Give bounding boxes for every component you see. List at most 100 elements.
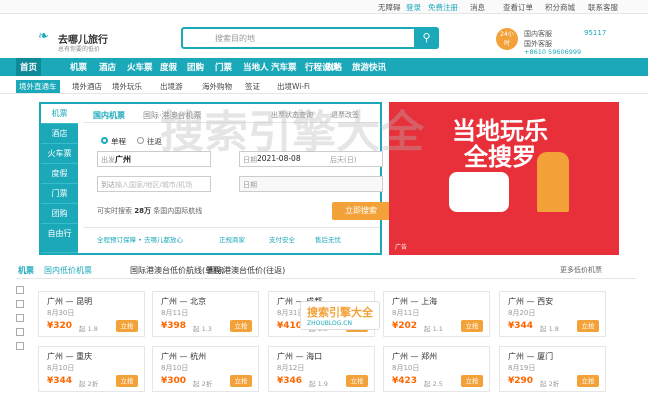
search-button[interactable]: ⚲	[414, 27, 439, 49]
deal-date: 8月11日	[392, 309, 420, 317]
deal-card[interactable]: 广州 — 北京 8月11日 ¥398 起 1.3 立抢	[152, 291, 259, 337]
watermark-text: 搜索引擎大全	[160, 107, 424, 158]
deal-price: ¥300	[161, 376, 187, 386]
messages-link[interactable]: 消息	[470, 2, 485, 13]
plane-icon[interactable]	[16, 286, 24, 294]
nav-bus[interactable]: 汽车票	[271, 61, 297, 73]
sidetab-group-buy[interactable]: 团购	[41, 204, 78, 224]
tab-domestic-flights[interactable]: 国内机票	[93, 110, 125, 121]
search-placeholder: 搜索目的地	[215, 34, 255, 43]
nav-vacation[interactable]: 度假	[160, 61, 177, 73]
search-input[interactable]: 搜索目的地	[181, 27, 439, 49]
ticket-icon[interactable]	[16, 328, 24, 336]
nav-locals[interactable]: 当地人	[243, 61, 269, 73]
deal-route: 广州 — 郑州	[392, 352, 438, 361]
group-icon[interactable]	[16, 342, 24, 350]
main-nav: 首页 机票 酒店 火车票 度假 团购 门票 当地人 汽车票 行程设计 攻略 旅游…	[0, 58, 648, 76]
deal-price: ¥423	[392, 376, 418, 386]
roundtrip-radio[interactable]	[137, 137, 144, 144]
ad-label: 广告	[395, 244, 408, 251]
subnav-item[interactable]: 出境Wi-Fi	[277, 81, 310, 92]
sidetab-free-travel[interactable]: 自由行	[41, 224, 78, 253]
hotel-icon[interactable]	[16, 300, 24, 308]
subnav-item[interactable]: 海外购物	[202, 81, 232, 92]
deal-discount: 起 2折	[193, 380, 213, 388]
deal-card[interactable]: 广州 — 郑州 8月10日 ¥423 起 2.5 立抢	[383, 346, 490, 392]
points-link[interactable]: 积分商城	[545, 2, 575, 13]
nav-news[interactable]: 旅游快讯	[352, 61, 386, 73]
oneway-radio[interactable]	[101, 137, 108, 144]
left-icon-column	[16, 282, 28, 350]
deal-route: 广州 — 海口	[277, 352, 323, 361]
buy-button[interactable]: 立抢	[230, 320, 252, 332]
deal-discount: 起 2折	[79, 380, 99, 388]
clock-icon: 24小时	[496, 28, 518, 50]
watermark-badge: 搜索引擎大全 ZHOUBLOG.CN	[300, 301, 380, 330]
sidetab-vacation[interactable]: 度假	[41, 164, 78, 184]
deal-price: ¥290	[508, 376, 534, 386]
deal-card[interactable]: 广州 — 昆明 8月30日 ¥320 起 1.8 立抢	[38, 291, 145, 337]
deals-section-title: 机票	[18, 266, 34, 275]
guarantee-item: 售后无忧	[315, 236, 341, 244]
subnav-tag[interactable]: 境外直通车	[16, 80, 60, 93]
guarantee-item: 支付安全	[269, 236, 295, 244]
deals-tab-international-round[interactable]: 国际港澳台低价(往返)	[207, 265, 285, 276]
to-city-field[interactable]: 到达 输入国家/地区/城市/机场	[97, 176, 211, 192]
deal-route: 广州 — 上海	[392, 297, 438, 306]
deal-date: 8月10日	[392, 364, 420, 372]
buy-button[interactable]: 立抢	[116, 320, 138, 332]
deal-price: ¥410	[277, 321, 303, 331]
sidetab-flights[interactable]: 机票	[41, 104, 78, 124]
deal-date: 8月20日	[508, 309, 536, 317]
top-links-bar: 无障碍 登录 免费注册 消息 查看订单 积分商城 联系客服	[0, 0, 648, 14]
buy-button[interactable]: 立抢	[230, 375, 252, 387]
buy-button[interactable]: 立抢	[577, 375, 599, 387]
register-link[interactable]: 免费注册	[428, 2, 458, 13]
deal-discount: 起 1.1	[424, 325, 443, 333]
logo-slogan: 总有你要的低价	[58, 46, 101, 53]
deal-card[interactable]: 广州 — 杭州 8月10日 ¥300 起 2折 立抢	[152, 346, 259, 392]
subnav-item[interactable]: 境外玩乐	[112, 81, 142, 92]
buy-button[interactable]: 立抢	[461, 375, 483, 387]
deal-card[interactable]: 广州 — 重庆 8月10日 ¥344 起 2折 立抢	[38, 346, 145, 392]
deal-card[interactable]: 广州 — 厦门 8月19日 ¥290 起 2折 立抢	[499, 346, 606, 392]
deal-card[interactable]: 广州 — 海口 8月12日 ¥346 起 1.9 立抢	[268, 346, 375, 392]
buy-button[interactable]: 立抢	[346, 375, 368, 387]
deal-price: ¥344	[47, 376, 73, 386]
accessibility-link[interactable]: 无障碍	[378, 2, 401, 13]
more-deals-link[interactable]: 更多低价机票	[560, 265, 602, 275]
deal-discount: 起 2.5	[424, 380, 443, 388]
buy-button[interactable]: 立抢	[461, 320, 483, 332]
sidetab-trains[interactable]: 火车票	[41, 144, 78, 164]
nav-hotels[interactable]: 酒店	[99, 61, 116, 73]
camel-logo-icon[interactable]: ❧	[38, 30, 56, 43]
nav-flights[interactable]: 机票	[70, 61, 87, 73]
subnav-item[interactable]: 签证	[245, 81, 260, 92]
deal-card[interactable]: 广州 — 上海 8月11日 ¥202 起 1.1 立抢	[383, 291, 490, 337]
nav-group-buy[interactable]: 团购	[187, 61, 204, 73]
deal-date: 8月30日	[47, 309, 75, 317]
subnav-item[interactable]: 境外酒店	[72, 81, 102, 92]
deals-tab-domestic[interactable]: 国内低价机票	[44, 265, 92, 276]
nav-trains[interactable]: 火车票	[127, 61, 153, 73]
login-link[interactable]: 登录	[406, 2, 421, 13]
sidetab-hotels[interactable]: 酒店	[41, 124, 78, 144]
nav-home[interactable]: 首页	[16, 58, 42, 76]
deal-card[interactable]: 广州 — 西安 8月20日 ¥344 起 1.8 立抢	[499, 291, 606, 337]
buy-button[interactable]: 立抢	[116, 375, 138, 387]
buy-button[interactable]: 立抢	[577, 320, 599, 332]
return-date-field[interactable]: 日期	[239, 176, 383, 192]
deal-discount: 起 1.8	[540, 325, 559, 333]
deal-date: 8月12日	[277, 364, 305, 372]
nav-guides[interactable]: 攻略	[325, 61, 342, 73]
orders-link[interactable]: 查看订单	[503, 2, 533, 13]
deal-route: 广州 — 重庆	[47, 352, 93, 361]
train-icon[interactable]	[16, 314, 24, 322]
nav-tickets[interactable]: 门票	[215, 61, 232, 73]
deal-price: ¥398	[161, 321, 187, 331]
contact-link[interactable]: 联系客服	[588, 2, 618, 13]
deal-price: ¥346	[277, 376, 303, 386]
subnav-item[interactable]: 出境游	[160, 81, 183, 92]
sidetab-tickets[interactable]: 门票	[41, 184, 78, 204]
search-flights-button[interactable]: 立即搜索	[332, 202, 390, 220]
